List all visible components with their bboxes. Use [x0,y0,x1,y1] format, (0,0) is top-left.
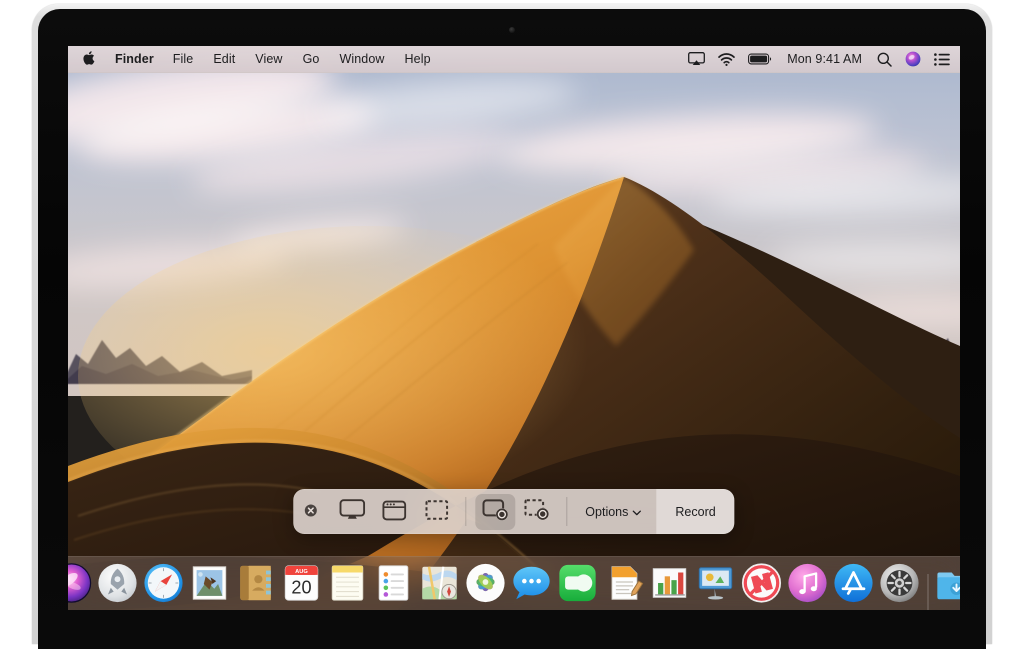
menu-finder[interactable]: Finder [106,46,163,72]
dock-item-appstore[interactable] [832,560,876,604]
list-icon[interactable] [934,52,950,66]
search-icon[interactable] [877,52,892,67]
desktop-screen: Finder File Edit View Go Window Help Mon… [68,46,960,610]
dock-item-reminders[interactable] [372,560,416,604]
dock-separator [927,574,929,610]
menu-window[interactable]: Window [329,46,394,72]
dock-item-facetime[interactable] [556,560,600,604]
record-selected-portion-button[interactable] [517,494,557,530]
dock-item-mail[interactable] [188,560,232,604]
record-entire-screen-button[interactable] [475,493,516,530]
dock-item-calendar[interactable]: AUG 20 [280,560,324,604]
menu-file[interactable]: File [163,46,204,72]
capture-selected-window-button[interactable] [374,494,414,530]
dock-item-maps[interactable] [418,560,462,604]
dock-item-contacts[interactable] [234,560,278,604]
dock-item-notes[interactable] [326,560,370,604]
svg-text:AUG: AUG [295,569,308,575]
screenshot-toolbar: Options Record [293,489,735,534]
dock-item-pages[interactable] [602,560,646,604]
wifi-icon[interactable] [718,52,736,66]
dock-item-safari[interactable] [142,560,186,604]
menu-bar-clock[interactable]: Mon 9:41 AM [785,52,864,66]
dock-item-messages[interactable] [510,560,554,604]
screen-record-icon [482,498,509,525]
svg-text:20: 20 [291,578,311,598]
dock-item-siri[interactable] [68,560,94,604]
chevron-down-icon [632,505,642,519]
dock-item-system-preferences[interactable] [878,560,922,604]
window-icon [382,500,407,524]
camera-dot [509,27,515,33]
dock-item-news[interactable] [740,560,784,604]
record-button-label: Record [675,504,716,519]
screen-icon [339,499,366,524]
menu-edit[interactable]: Edit [203,46,245,72]
siri-icon[interactable] [905,51,921,67]
menu-bar-status-items: Mon 9:41 AM [688,46,960,72]
close-button[interactable] [293,489,327,534]
capture-buttons-group [327,489,461,534]
dock-item-keynote[interactable] [694,560,738,604]
record-button[interactable]: Record [656,489,735,534]
airplay-icon[interactable] [688,52,706,66]
apple-logo-icon [82,50,95,69]
menu-view[interactable]: View [245,46,292,72]
dock: AUG 20 [68,556,960,610]
dock-item-launchpad[interactable] [96,560,140,604]
toolbar-divider-1 [465,497,467,526]
options-button[interactable]: Options [571,489,656,534]
dashed-rect-record-icon [524,499,550,524]
menu-help[interactable]: Help [395,46,441,72]
dock-item-itunes[interactable] [786,560,830,604]
menu-bar: Finder File Edit View Go Window Help Mon… [68,46,960,73]
close-icon [304,504,317,520]
record-buttons-group [470,489,562,534]
dock-item-downloads[interactable] [935,560,960,604]
capture-selected-portion-button[interactable] [416,494,456,530]
menu-go[interactable]: Go [293,46,330,72]
apple-menu[interactable] [68,46,106,72]
macbook-device: Finder File Edit View Go Window Help Mon… [0,0,1024,649]
dashed-rect-icon [425,500,448,523]
dock-item-photos[interactable] [464,560,508,604]
toolbar-divider-2 [566,497,568,526]
options-label: Options [585,504,629,519]
dock-item-numbers[interactable] [648,560,692,604]
battery-icon[interactable] [748,53,772,65]
menu-bar-app-menus: Finder File Edit View Go Window Help [68,46,441,72]
capture-entire-screen-button[interactable] [332,494,372,530]
